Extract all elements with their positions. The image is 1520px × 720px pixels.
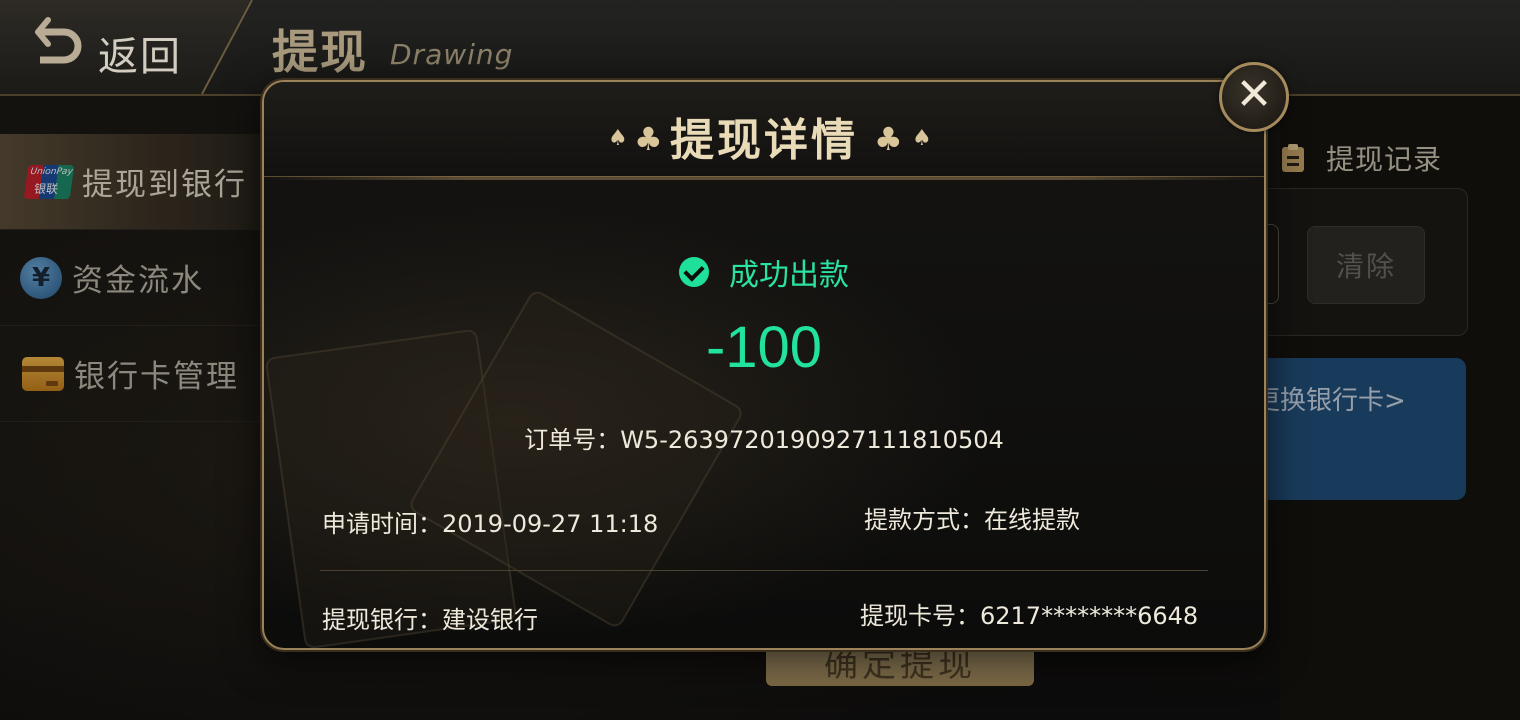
page-title: 提现 — [272, 25, 368, 79]
back-label: 返回 — [98, 34, 182, 80]
apply-time: 申请时间：2019-09-27 11:18 — [322, 510, 659, 538]
order-number: 订单号：W5-2639720190927111810504 — [524, 426, 1004, 454]
withdraw-detail-modal: ♠ ♣ 提现详情 ♣ ♠ 成功出款 -100 订单号：W5-2639720190… — [262, 80, 1266, 650]
card-number: 提现卡号：6217********6648 — [860, 602, 1199, 630]
divider — [320, 570, 1208, 571]
status-text: 成功出款 — [729, 258, 849, 293]
page-subtitle: Drawing — [390, 38, 514, 71]
back-arrow-icon — [35, 17, 82, 64]
spade-icon: ♠ — [912, 126, 932, 151]
modal-header: ♠ ♣ 提现详情 ♣ ♠ — [264, 82, 1264, 180]
withdraw-amount: -100 — [705, 315, 823, 380]
check-circle-icon — [679, 257, 709, 287]
status-row: 成功出款 — [264, 250, 1264, 294]
close-icon: ✕ — [1235, 69, 1273, 120]
withdraw-method: 提款方式：在线提款 — [864, 506, 1080, 534]
close-button[interactable]: ✕ — [1219, 62, 1289, 132]
withdraw-bank: 提现银行：建设银行 — [322, 606, 538, 634]
header-divider — [201, 0, 253, 95]
modal-title: 提现详情 — [670, 115, 858, 166]
club-icon: ♣ — [874, 120, 903, 158]
